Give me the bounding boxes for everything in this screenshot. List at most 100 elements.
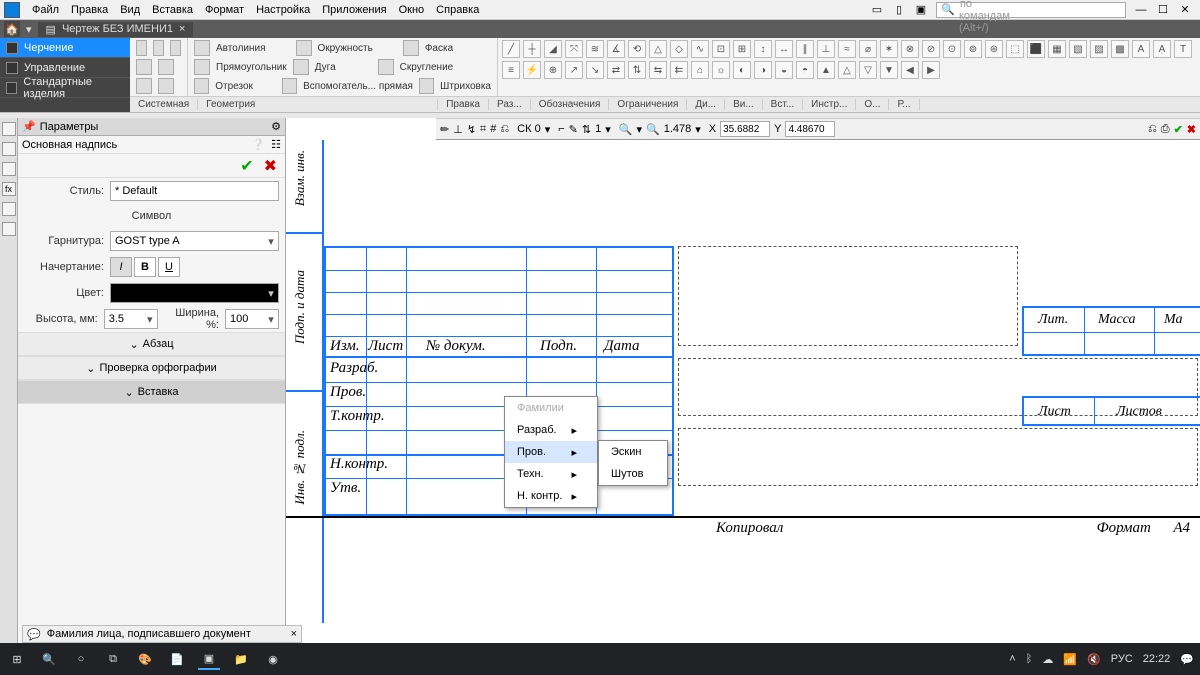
wifi-icon[interactable]: 📶 — [1063, 653, 1077, 666]
save-icon[interactable] — [170, 40, 181, 56]
layout-icon-3[interactable]: ▣ — [914, 3, 928, 16]
hatch-icon[interactable] — [419, 78, 434, 94]
lefttab-standard[interactable]: Стандартные изделия — [0, 78, 130, 98]
pin-icon[interactable]: 📌 — [22, 120, 36, 133]
search-commands-input[interactable]: 🔍Поиск по командам (Alt+/) — [936, 2, 1126, 18]
app-icon — [4, 2, 20, 18]
section-insert[interactable]: ⌄Вставка — [18, 380, 285, 404]
help-icon[interactable]: ❔ — [251, 138, 265, 151]
clock[interactable]: 22:22 — [1143, 653, 1171, 665]
chamfer-icon[interactable] — [403, 40, 419, 56]
cs-field[interactable]: СК 0 — [517, 123, 541, 135]
bluetooth-icon[interactable]: ᛒ — [1026, 653, 1033, 665]
ctx-item-tehn[interactable]: Техн.▸ — [505, 463, 597, 485]
canvas[interactable]: ✏⊥↯⌗#⎌ СК 0▾ ⌐✎⇅1▾ 🔍▾🔍1.478▾ XY ⎌⎙✔✖ Вза… — [286, 118, 1200, 643]
rect-icon[interactable] — [194, 59, 210, 75]
minimize-icon[interactable]: — — [1134, 4, 1148, 16]
style-field[interactable]: * Default — [110, 181, 279, 201]
info-icon: 💬 — [27, 628, 41, 641]
ctx-item-razrab[interactable]: Разраб.▸ — [505, 419, 597, 441]
redo-icon[interactable] — [158, 78, 174, 94]
lefttab-drawing[interactable]: Черчение — [0, 38, 130, 58]
submenu-eskin[interactable]: Эскин — [599, 441, 667, 463]
context-submenu-names: Эскин Шутов — [598, 440, 668, 486]
ctx-item-nkontr[interactable]: Н. контр.▸ — [505, 485, 597, 507]
gear-icon[interactable]: ⚙ — [271, 120, 281, 133]
ribbon-icon-strip: ╱┼◢⤧≋∡ ⟲△◇∿⊡⊞ ↕↔∥⊥≈⌀ ✶⊗⊘⊙⊚⊛ ⬚⬛▦▧▨▩ AẠT≡⚡… — [498, 38, 1200, 96]
bold-button[interactable]: B — [134, 257, 156, 277]
auxline-icon[interactable] — [282, 78, 297, 94]
app1-icon[interactable]: 🎨 — [134, 648, 156, 670]
font-field[interactable]: GOST type A▾ — [110, 231, 279, 251]
lang-indicator[interactable]: РУС — [1111, 653, 1133, 665]
print-icon[interactable] — [136, 59, 152, 75]
height-field[interactable]: 3.5▾ — [104, 309, 158, 329]
taskview-icon[interactable]: ⧉ — [102, 648, 124, 670]
sound-icon[interactable]: 🔇 — [1087, 653, 1101, 666]
menu-view[interactable]: Вид — [114, 2, 146, 18]
autoline-icon[interactable] — [194, 40, 210, 56]
close-icon[interactable]: ✕ — [1178, 3, 1192, 16]
segment-icon[interactable] — [194, 78, 209, 94]
snap-icon[interactable]: ✏ — [440, 123, 449, 136]
document-tab[interactable]: ▤ Чертеж БЕЗ ИМЕНИ1 × — [38, 22, 194, 37]
menu-apps[interactable]: Приложения — [316, 2, 392, 18]
preview-icon[interactable] — [158, 59, 174, 75]
layout-icon-2[interactable]: ▯ — [892, 3, 906, 16]
layout-icon-1[interactable]: ▭ — [870, 3, 884, 16]
cortana-icon[interactable]: ○ — [70, 648, 92, 670]
titleblock-right-bot[interactable]: Лист Листов — [1022, 396, 1200, 426]
titleblock-right-top[interactable]: Лит. Масса Ма — [1022, 306, 1200, 356]
menu-format[interactable]: Формат — [199, 2, 250, 18]
open-icon[interactable] — [153, 40, 164, 56]
color-field[interactable]: ▾ — [110, 283, 279, 303]
tool-icon[interactable]: ╱ — [502, 40, 520, 58]
document-tab-label: Чертеж БЕЗ ИМЕНИ1 — [62, 23, 173, 35]
arc-icon[interactable] — [293, 59, 309, 75]
width-field[interactable]: 100▾ — [225, 309, 279, 329]
cancel-icon[interactable]: ✖ — [1187, 123, 1196, 136]
zoom-value[interactable]: 1.478 — [664, 123, 692, 135]
accept-icon[interactable]: ✔ — [240, 156, 253, 176]
zoom-icon[interactable]: 🔍 — [619, 123, 633, 136]
dashed-box-1[interactable] — [678, 246, 1018, 346]
menu-settings[interactable]: Настройка — [250, 2, 316, 18]
italic-button[interactable]: I — [110, 257, 132, 277]
document-tab-bar: 🏠 ▾ ▤ Чертеж БЕЗ ИМЕНИ1 × — [0, 20, 1200, 38]
menu-help[interactable]: Справка — [430, 2, 485, 18]
ctx-item-prov[interactable]: Пров.▸ — [505, 441, 597, 463]
y-coord[interactable] — [785, 121, 835, 137]
section-spellcheck[interactable]: ⌄Проверка орфографии — [18, 356, 285, 380]
section-paragraph[interactable]: ⌄Абзац — [18, 332, 285, 356]
dashed-box-3[interactable] — [678, 428, 1198, 486]
home-tab[interactable]: 🏠 — [4, 21, 20, 37]
circle-icon[interactable] — [296, 40, 312, 56]
cloud-icon[interactable]: ☁ — [1042, 653, 1053, 666]
menu-insert[interactable]: Вставка — [146, 2, 199, 18]
x-coord[interactable] — [720, 121, 770, 137]
reject-icon[interactable]: ✖ — [264, 156, 277, 176]
app3-icon[interactable]: ▣ — [198, 648, 220, 670]
fillet-icon[interactable] — [378, 59, 394, 75]
underline-button[interactable]: U — [158, 257, 180, 277]
hint-close-icon[interactable]: × — [291, 628, 297, 640]
tree-icon[interactable]: ☷ — [271, 138, 281, 151]
search-taskbar-icon[interactable]: 🔍 — [38, 648, 60, 670]
tab-dropdown-icon[interactable]: ▾ — [26, 23, 32, 36]
start-icon[interactable]: ⊞ — [6, 648, 28, 670]
close-tab-icon[interactable]: × — [179, 23, 185, 35]
tray-up-icon[interactable]: ˄ — [1009, 653, 1015, 665]
submenu-shutov[interactable]: Шутов — [599, 463, 667, 485]
app2-icon[interactable]: 📄 — [166, 648, 188, 670]
notifications-icon[interactable]: 💬 — [1180, 653, 1194, 666]
confirm-icon[interactable]: ✔ — [1174, 123, 1183, 136]
undo-icon[interactable] — [136, 78, 152, 94]
gutter-icon[interactable] — [2, 122, 16, 136]
new-icon[interactable] — [136, 40, 147, 56]
app4-icon[interactable]: ◉ — [262, 648, 284, 670]
explorer-icon[interactable]: 📁 — [230, 648, 252, 670]
menu-edit[interactable]: Правка — [65, 2, 114, 18]
menu-file[interactable]: Файл — [26, 2, 65, 18]
maximize-icon[interactable]: ☐ — [1156, 3, 1170, 16]
menu-window[interactable]: Окно — [393, 2, 431, 18]
